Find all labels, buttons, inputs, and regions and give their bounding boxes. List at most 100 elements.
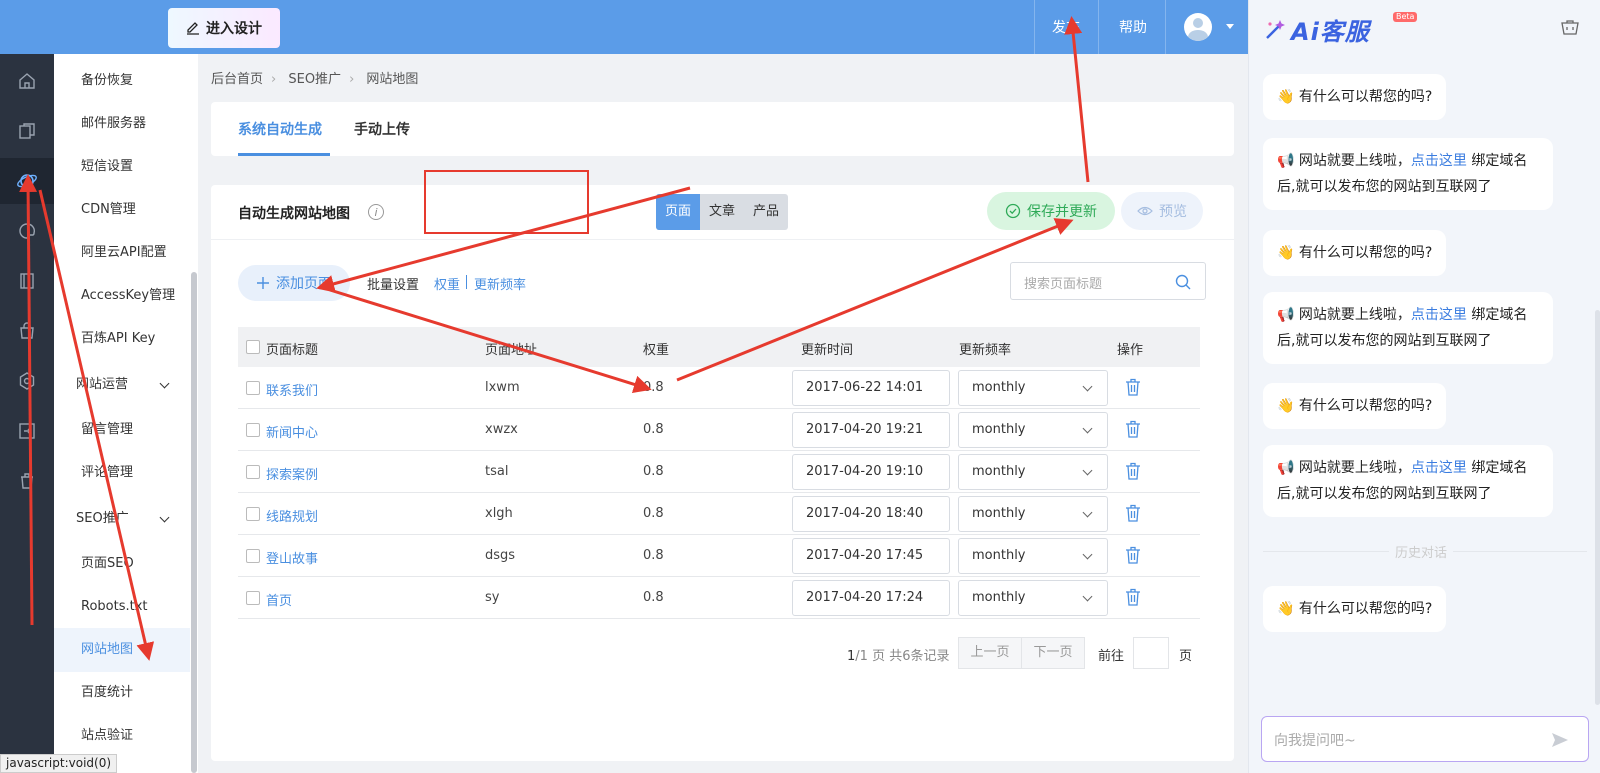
row-checkbox[interactable] — [246, 381, 260, 395]
tab-auto-generate[interactable]: 系统自动生成 — [238, 119, 322, 139]
trash-icon[interactable] — [1125, 378, 1141, 396]
submenu-item-cdn[interactable]: CDN管理 — [54, 188, 190, 232]
submenu-item-accesskey[interactable]: AccessKey管理 — [54, 274, 190, 318]
avatar[interactable] — [1184, 13, 1212, 41]
next-page-button[interactable]: 下一页 — [1021, 637, 1085, 669]
page-title-link[interactable]: 探索案例 — [266, 464, 318, 483]
row-checkbox[interactable] — [246, 507, 260, 521]
page-weight[interactable]: 0.8 — [643, 506, 664, 521]
page-url: tsal — [485, 464, 509, 479]
preview-button[interactable]: 预览 — [1121, 192, 1203, 230]
submenu-group-seo[interactable]: SEO推广 — [54, 497, 190, 541]
update-frequency-select[interactable]: monthly — [958, 538, 1108, 574]
publish-link[interactable]: 发布 — [1052, 17, 1080, 37]
update-time-input[interactable]: 2017-04-20 19:21 — [792, 412, 950, 448]
info-icon[interactable]: i — [368, 204, 384, 220]
rail-item-home[interactable] — [0, 58, 54, 104]
bind-domain-link[interactable]: 点击这里 — [1411, 460, 1467, 476]
row-checkbox[interactable] — [246, 465, 260, 479]
update-time-input[interactable]: 2017-04-20 17:24 — [792, 580, 950, 616]
trash-icon[interactable] — [1125, 462, 1141, 480]
submenu-item-sitemap[interactable]: 网站地图 — [54, 628, 190, 672]
page-weight[interactable]: 0.8 — [643, 590, 664, 605]
enter-design-button[interactable]: 进入设计 — [168, 8, 280, 48]
page-title-link[interactable]: 线路规划 — [266, 506, 318, 525]
submenu-item-baidu-stats[interactable]: 百度统计 — [54, 671, 190, 715]
submenu-item-sms[interactable]: 短信设置 — [54, 145, 190, 189]
bind-domain-link[interactable]: 点击这里 — [1411, 153, 1467, 169]
page-title-link[interactable]: 首页 — [266, 590, 292, 609]
rail-item-settings-active[interactable] — [0, 158, 54, 204]
megaphone-icon: 📢 — [1277, 460, 1295, 476]
table-row: 线路规划 xlgh 0.8 2017-04-20 18:40 monthly — [238, 493, 1200, 535]
rail-item-gear[interactable] — [0, 358, 54, 404]
submenu-scrollbar[interactable] — [191, 272, 197, 773]
update-frequency-select[interactable]: monthly — [958, 580, 1108, 616]
page-title-link[interactable]: 新闻中心 — [266, 422, 318, 441]
row-checkbox[interactable] — [246, 591, 260, 605]
chat-scrollbar[interactable] — [1595, 310, 1600, 705]
trash-icon[interactable] — [1125, 420, 1141, 438]
breadcrumb-home[interactable]: 后台首页 — [211, 72, 263, 87]
tab-manual-upload[interactable]: 手动上传 — [354, 119, 410, 139]
segment-products[interactable]: 产品 — [744, 194, 788, 230]
table-row: 首页 sy 0.8 2017-04-20 17:24 monthly — [238, 577, 1200, 619]
rail-item-bag[interactable] — [0, 308, 54, 354]
search-icon[interactable] — [1175, 274, 1191, 290]
breadcrumb-seo[interactable]: SEO推广 — [288, 72, 341, 87]
update-time-input[interactable]: 2017-04-20 19:10 — [792, 454, 950, 490]
goto-page-input[interactable] — [1133, 637, 1169, 669]
col-actions: 操作 — [1117, 343, 1144, 358]
update-frequency-select[interactable]: monthly — [958, 454, 1108, 490]
chevron-right-icon: › — [271, 72, 277, 87]
row-checkbox[interactable] — [246, 549, 260, 563]
add-page-button[interactable]: 添加页面 — [238, 265, 350, 301]
submenu-item-backup[interactable]: 备份恢复 — [54, 59, 190, 103]
bind-domain-link[interactable]: 点击这里 — [1411, 307, 1467, 323]
update-frequency-select[interactable]: monthly — [958, 412, 1108, 448]
update-frequency-select[interactable]: monthly — [958, 370, 1108, 406]
select-all-checkbox[interactable] — [246, 340, 260, 354]
trash-icon[interactable] — [1125, 504, 1141, 522]
chat-question-input[interactable]: 向我提问吧~ — [1261, 716, 1589, 762]
chevron-down-icon[interactable] — [1226, 24, 1234, 29]
page-title-link[interactable]: 联系我们 — [266, 380, 318, 399]
submenu-item-site-verify[interactable]: 站点验证 — [54, 714, 190, 758]
help-link[interactable]: 帮助 — [1119, 17, 1147, 37]
rail-item-pages[interactable] — [0, 108, 54, 154]
page-weight[interactable]: 0.8 — [643, 380, 664, 395]
page-title-search[interactable]: 搜索页面标题 — [1010, 262, 1206, 300]
trash-icon[interactable] — [1125, 546, 1141, 564]
page-weight[interactable]: 0.8 — [643, 548, 664, 563]
trash-icon[interactable] — [1125, 588, 1141, 606]
submenu-item-bailian-key[interactable]: 百炼API Key — [54, 317, 190, 361]
submenu-item-aliyun-api[interactable]: 阿里云API配置 — [54, 231, 190, 275]
submenu-item-mail[interactable]: 邮件服务器 — [54, 102, 190, 146]
cart-icon[interactable] — [1561, 18, 1579, 36]
batch-weight-link[interactable]: 权重 — [434, 274, 460, 293]
page-title-link[interactable]: 登山故事 — [266, 548, 318, 567]
update-time-input[interactable]: 2017-04-20 17:45 — [792, 538, 950, 574]
update-time-input[interactable]: 2017-04-20 18:40 — [792, 496, 950, 532]
update-frequency-select[interactable]: monthly — [958, 496, 1108, 532]
submenu-item-comments[interactable]: 评论管理 — [54, 451, 190, 495]
segment-articles[interactable]: 文章 — [700, 194, 744, 230]
rail-item-trash[interactable] — [0, 458, 54, 504]
rail-item-palette[interactable] — [0, 208, 54, 254]
rail-item-export[interactable] — [0, 408, 54, 454]
page-weight[interactable]: 0.8 — [643, 464, 664, 479]
batch-frequency-link[interactable]: 更新频率 — [474, 274, 526, 293]
update-time-input[interactable]: 2017-06-22 14:01 — [792, 370, 950, 406]
save-and-update-button[interactable]: 保存并更新 — [987, 192, 1115, 230]
wave-hand-icon: 👋 — [1277, 245, 1295, 261]
rail-item-book[interactable] — [0, 258, 54, 304]
submenu-group-operations[interactable]: 网站运营 — [54, 363, 190, 407]
prev-page-button[interactable]: 上一页 — [958, 637, 1022, 669]
row-checkbox[interactable] — [246, 423, 260, 437]
submenu-item-robots[interactable]: Robots.txt — [54, 585, 190, 629]
submenu-item-messages[interactable]: 留言管理 — [54, 408, 190, 452]
page-weight[interactable]: 0.8 — [643, 422, 664, 437]
segment-pages[interactable]: 页面 — [656, 194, 700, 230]
submenu-item-page-seo[interactable]: 页面SEO — [54, 542, 190, 586]
send-icon[interactable] — [1550, 730, 1570, 750]
